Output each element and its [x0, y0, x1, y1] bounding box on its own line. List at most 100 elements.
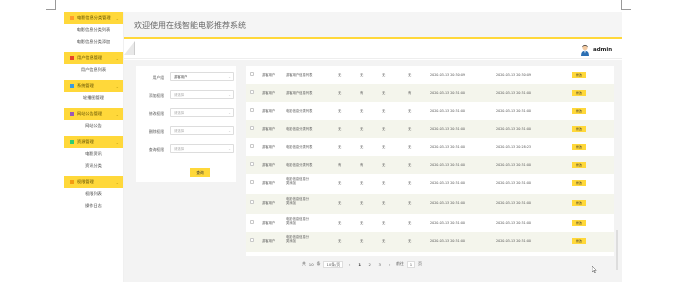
chevron-down-icon: ⌄ [115, 55, 119, 61]
cell-d: 无 [408, 109, 412, 113]
sidebar-item[interactable]: 资讯分类 [64, 160, 123, 172]
cell-group: 游客用户 [262, 181, 276, 185]
edit-button[interactable]: 修改 [572, 162, 586, 168]
chevron-down-icon: ⌄ [115, 83, 119, 89]
goto-suffix: 页 [418, 261, 422, 266]
cell-group: 游客用户 [262, 109, 276, 113]
total-suffix: 条 [316, 261, 321, 266]
chevron-down-icon: ⌄ [228, 111, 231, 115]
sidebar-item[interactable]: 权限列表 [64, 188, 123, 200]
filter-select[interactable]: 请选择 ⌄ [170, 144, 234, 153]
filter-select[interactable]: 请选择 ⌄ [170, 126, 234, 135]
chevron-down-icon: ⌄ [115, 139, 119, 145]
cell-name: 电影信息分类列表 [286, 109, 313, 113]
prev-page-button[interactable]: ‹ [346, 262, 353, 267]
page-number[interactable]: 2 [366, 262, 373, 267]
sidebar-group[interactable]: 资源管理 ⌄ [64, 136, 123, 148]
cell-created: 2020-03-13 20:31:00 [430, 239, 466, 243]
row-checkbox[interactable] [250, 108, 254, 112]
edit-button[interactable]: 修改 [572, 144, 586, 150]
edit-button[interactable]: 修改 [572, 238, 586, 244]
row-checkbox[interactable] [250, 180, 254, 184]
cell-d: 无 [408, 239, 412, 243]
cell-d: 无 [408, 73, 412, 77]
next-page-button[interactable]: › [386, 262, 393, 267]
filter-select[interactable]: 游客用户 ⌄ [170, 72, 234, 81]
sidebar-group[interactable]: 系统管理 ⌄ [64, 80, 123, 92]
cell-updated: 2020-03-13 20:31:00 [496, 109, 532, 113]
sidebar-item[interactable]: 用户信息列表 [64, 64, 123, 76]
row-checkbox[interactable] [250, 126, 254, 130]
cell-updated: 2020-03-13 20:31:00 [496, 181, 532, 185]
sidebar-item-label: 网站公告 [85, 123, 102, 128]
filter-label: 修改权限 [148, 111, 164, 116]
page-number[interactable]: 3 [376, 262, 383, 267]
cell-created: 2020-03-13 20:31:00 [430, 109, 466, 113]
cell-created: 2020-03-13 20:31:00 [430, 201, 466, 205]
sidebar-item[interactable]: 电影信息分类列表 [64, 24, 123, 36]
edit-button[interactable]: 修改 [572, 72, 586, 78]
sidebar-item[interactable]: 网站公告 [64, 120, 123, 132]
sidebar-item-label: 电影信息分类列表 [76, 27, 111, 32]
mouse-cursor-icon [592, 266, 597, 273]
row-checkbox[interactable] [250, 220, 254, 224]
sidebar-item-label: 用户信息列表 [80, 67, 107, 72]
filter-select-value: 游客用户 [174, 75, 188, 79]
table-row: 游客用户 电影信息分类列表 无 无 无 无 2020-03-13 20:31:00 2020-… [246, 138, 614, 156]
page-size-select[interactable]: 10条/页 [323, 260, 344, 268]
edit-button[interactable]: 修改 [572, 90, 586, 96]
page-number[interactable]: 1 [356, 262, 363, 267]
filter-select[interactable]: 请选择 ⌄ [170, 108, 234, 117]
cell-created: 2020-03-13 20:31:00 [430, 91, 466, 95]
cell-name: 电影信息信息分类添加 [286, 197, 310, 206]
username-label[interactable]: admin [593, 47, 612, 53]
cell-b: 无 [360, 127, 364, 131]
edit-button[interactable]: 修改 [572, 180, 586, 186]
cell-b: 有 [360, 163, 364, 167]
sidebar-item[interactable]: 电影信息分类添加 [64, 36, 123, 48]
edit-button[interactable]: 修改 [572, 126, 586, 132]
query-button[interactable]: 查询 [190, 168, 210, 177]
table-row: 游客用户 电影信息分类列表 无 无 无 无 2020-03-13 20:31:00 2020-… [246, 120, 614, 138]
cell-group: 游客用户 [262, 163, 276, 167]
cell-created: 2020-03-13 20:31:00 [430, 221, 466, 225]
pagination: 共 10 条 10条/页 ‹ 1 2 3 › 前往 1 页 [302, 260, 422, 268]
sidebar-group[interactable]: 网站公告管理 ⌄ [64, 108, 123, 120]
sidebar-item[interactable]: 电影资讯 [64, 148, 123, 160]
total-count: 10 [308, 261, 314, 267]
row-checkbox[interactable] [250, 200, 254, 204]
filter-label: 删除权限 [148, 129, 164, 134]
cell-c: 无 [382, 221, 386, 225]
filter-select-value: 请选择 [174, 111, 185, 115]
goto-page-input[interactable]: 1 [406, 260, 416, 268]
scrollbar[interactable] [616, 230, 618, 270]
avatar[interactable] [580, 44, 590, 56]
sidebar-group[interactable]: 用户信息管理 ⌄ [64, 52, 123, 64]
edit-button[interactable]: 修改 [572, 108, 586, 114]
edit-button[interactable]: 修改 [572, 220, 586, 226]
edit-button[interactable]: 修改 [572, 200, 586, 206]
cell-a: 无 [338, 73, 342, 77]
menu-toggle-icon[interactable] [124, 41, 135, 55]
cell-name: 游客用户信息列表 [286, 73, 313, 77]
row-checkbox[interactable] [250, 90, 254, 94]
cell-b: 无 [360, 109, 364, 113]
cell-updated: 2020-03-13 20:31:00 [496, 201, 532, 205]
cell-created: 2020-03-13 20:31:00 [430, 181, 466, 185]
row-checkbox[interactable] [250, 144, 254, 148]
filter-label: 添加权限 [148, 93, 164, 98]
filter-select[interactable]: 请选择 ⌄ [170, 90, 234, 99]
sidebar-group[interactable]: 权限管理 ⌄ [64, 176, 123, 188]
row-checkbox[interactable] [250, 162, 254, 166]
sidebar-item[interactable]: 轮播图管理 [64, 92, 123, 104]
row-checkbox[interactable] [250, 72, 254, 76]
goto-prefix: 前往 [396, 261, 404, 266]
cell-b: 有 [360, 91, 364, 95]
row-checkbox[interactable] [250, 238, 254, 242]
sidebar-item[interactable]: 操作日志 [64, 200, 123, 212]
sidebar-group[interactable]: 电影信息分类管理 ⌄ [64, 12, 123, 24]
permission-table: 游客用户 游客用户信息列表无无无无 2020-03-13 20:30:09 2020-… [246, 66, 614, 256]
filter-select-value: 请选择 [174, 129, 185, 133]
cell-group: 游客用户 [262, 73, 276, 77]
main-content: 查询 用户组 游客用户 ⌄ 添加权限 请选择 ⌄ 修改权限 请选择 ⌄ 删除权限 请选择 ⌄ 查询权限请… [124, 60, 622, 282]
